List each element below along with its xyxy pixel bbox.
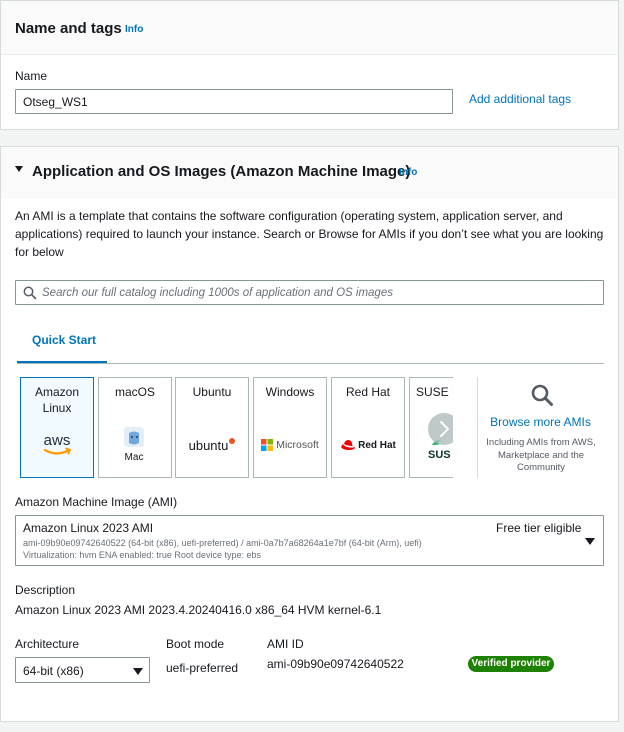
ami-select-dropdown[interactable]: Amazon Linux 2023 AMI ami-09b90e09742640… bbox=[15, 515, 604, 566]
tab-divider bbox=[17, 363, 604, 364]
boot-mode-label: Boot mode bbox=[166, 637, 225, 651]
collapse-caret-icon[interactable] bbox=[15, 166, 23, 172]
aws-logo-icon: aws bbox=[21, 430, 93, 460]
architecture-value: 64-bit (x86) bbox=[23, 664, 84, 678]
browse-more-amis: Browse more AMIs Including AMIs from AWS… bbox=[477, 377, 603, 478]
name-and-tags-panel: Name and tags Info Name Otseg_WS1 Add ad… bbox=[0, 0, 619, 130]
name-input-value: Otseg_WS1 bbox=[23, 94, 88, 109]
verified-provider-badge: Verified provider bbox=[468, 656, 554, 672]
svg-text:Mac: Mac bbox=[125, 452, 144, 463]
architecture-select[interactable]: 64-bit (x86) bbox=[15, 657, 150, 683]
ami-panel: Application and OS Images (Amazon Machin… bbox=[0, 146, 619, 722]
ami-search-input[interactable]: Search our full catalog including 1000s … bbox=[15, 280, 604, 305]
name-and-tags-info-link[interactable]: Info bbox=[125, 24, 143, 35]
os-tile-label: macOS bbox=[114, 385, 155, 399]
os-tile-macos[interactable]: macOS Mac bbox=[98, 377, 172, 478]
ami-select-label: Amazon Machine Image (AMI) bbox=[15, 495, 178, 509]
os-tile-suse[interactable]: SUSE L SUS bbox=[409, 377, 453, 478]
ami-panel-header[interactable]: Application and OS Images (Amazon Machin… bbox=[1, 147, 618, 199]
ami-selected-ids: ami-09b90e09742640522 (64-bit (x86), uef… bbox=[23, 538, 422, 548]
ami-selected-name: Amazon Linux 2023 AMI bbox=[23, 521, 154, 535]
ubuntu-logo-icon: ubuntu bbox=[176, 430, 248, 460]
free-tier-eligible-label: Free tier eligible bbox=[496, 521, 582, 535]
search-icon bbox=[23, 286, 37, 300]
name-and-tags-header: Name and tags Info bbox=[1, 1, 618, 55]
caret-down-icon bbox=[585, 538, 595, 545]
svg-text:aws: aws bbox=[44, 432, 71, 449]
search-placeholder: Search our full catalog including 1000s … bbox=[42, 287, 393, 299]
ami-id-value: ami-09b90e09742640522 bbox=[267, 657, 404, 671]
chevron-right-icon bbox=[440, 421, 449, 437]
os-tile-windows[interactable]: Windows Microsoft bbox=[253, 377, 327, 478]
caret-down-icon bbox=[133, 668, 143, 675]
tab-quick-start-label: Quick Start bbox=[32, 333, 97, 347]
boot-mode-value: uefi-preferred bbox=[166, 661, 239, 675]
ami-description-text: An AMI is a template that contains the s… bbox=[15, 209, 604, 259]
name-label: Name bbox=[15, 69, 48, 83]
os-tile-label: Windows bbox=[265, 385, 315, 399]
name-and-tags-title: Name and tags bbox=[15, 20, 122, 37]
ami-id-label: AMI ID bbox=[267, 637, 304, 651]
scroll-right-button[interactable] bbox=[428, 413, 453, 445]
search-icon bbox=[531, 384, 553, 406]
browse-more-amis-link[interactable]: Browse more AMIs bbox=[478, 415, 603, 429]
os-tile-label: Red Hat bbox=[345, 385, 391, 399]
os-tile-label: Ubuntu bbox=[192, 385, 232, 399]
ami-section-title: Application and OS Images (Amazon Machin… bbox=[32, 163, 411, 180]
description-value: Amazon Linux 2023 AMI 2023.4.20240416.0 … bbox=[15, 603, 382, 617]
description-label: Description bbox=[15, 583, 76, 597]
mac-logo-icon: Mac bbox=[99, 427, 171, 463]
add-additional-tags-link[interactable]: Add additional tags bbox=[469, 92, 571, 106]
redhat-logo-icon: Red Hat bbox=[332, 430, 404, 460]
os-tile-red-hat[interactable]: Red Hat Red Hat bbox=[331, 377, 405, 478]
os-tile-amazon-linux[interactable]: Amazon Linux aws bbox=[20, 377, 94, 478]
ami-selected-details: Virtualization: hvm ENA enabled: true Ro… bbox=[23, 550, 261, 560]
os-tile-ubuntu[interactable]: Ubuntu ubuntu bbox=[175, 377, 249, 478]
microsoft-logo-icon: Microsoft bbox=[254, 430, 326, 460]
browse-more-amis-subtitle: Including AMIs from AWS, Marketplace and… bbox=[486, 437, 596, 473]
tab-quick-start[interactable]: Quick Start bbox=[17, 319, 107, 363]
ami-info-link[interactable]: Info bbox=[399, 167, 417, 178]
os-tile-label: Amazon Linux bbox=[34, 385, 80, 415]
os-tile-label: SUSE L bbox=[416, 385, 453, 399]
architecture-label: Architecture bbox=[15, 637, 80, 651]
name-input[interactable]: Otseg_WS1 bbox=[15, 89, 453, 114]
